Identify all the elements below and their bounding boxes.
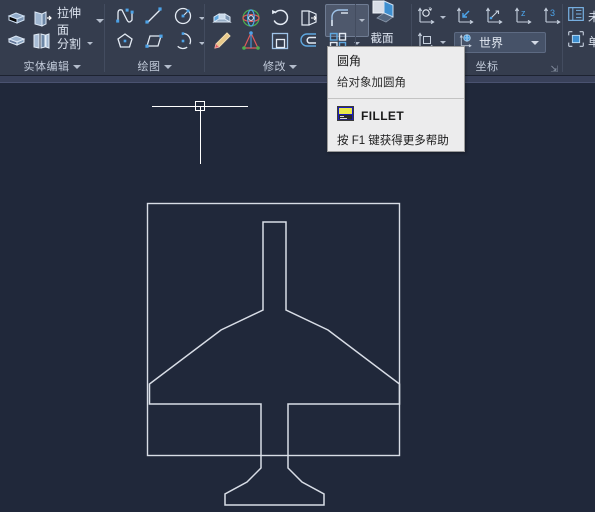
ribbon-panel-solid-editing: 拉伸面 分割 实体编辑 (0, 0, 104, 76)
fillet-tooltip: 圆角 给对象加圆角 FILLET 按 F1 键获得更多帮助 (327, 46, 465, 152)
separate-icon[interactable] (31, 30, 53, 57)
fillet-command-icon (337, 106, 354, 126)
ribbon-panel-draw: 绘图 (105, 0, 205, 76)
svg-text:z: z (521, 8, 526, 18)
panel-title-label-solid-editing: 实体编辑 (23, 60, 70, 73)
polygon-icon[interactable] (113, 29, 137, 58)
panel-title-label-coordinates: 坐标 (475, 60, 499, 73)
panel-title-draw[interactable]: 绘图 (105, 58, 204, 76)
single-viewport-label: 单一 (588, 35, 595, 49)
section-plane-icon[interactable] (364, 0, 400, 33)
ucs-origin-icon[interactable] (455, 4, 477, 31)
rectangle-icon[interactable] (142, 29, 166, 58)
tooltip-description: 给对象加圆角 (337, 77, 406, 89)
unsaved-view-label: 未保 (588, 10, 595, 24)
svg-text:3: 3 (550, 8, 555, 18)
ucs-combo-dropdown-icon[interactable] (531, 40, 539, 45)
ribbon-panel-view: 未保 单一 (563, 0, 595, 76)
offset-icon[interactable] (297, 29, 321, 58)
extrude-face-dropdown-icon[interactable] (96, 19, 104, 23)
airplane-drawing (146, 202, 401, 506)
separate-dropdown-icon[interactable] (87, 42, 94, 45)
panel-expand-icon-draw[interactable] (163, 65, 172, 69)
panel-title-view (563, 58, 595, 76)
panel-expand-icon-modify[interactable] (289, 65, 297, 69)
unsaved-view-icon[interactable] (566, 4, 586, 29)
panel-title-solid-editing[interactable]: 实体编辑 (0, 58, 104, 76)
ucs-combo[interactable]: 世界 (454, 32, 546, 53)
erase-icon[interactable] (210, 29, 234, 58)
ucs-3point-icon[interactable]: 3 (542, 4, 564, 31)
ucs-icon[interactable]: x (416, 4, 438, 31)
tooltip-help-text: 按 F1 键获得更多帮助 (337, 135, 449, 147)
panel-title-label-draw: 绘图 (137, 60, 161, 73)
ucs-x-icon[interactable] (484, 4, 506, 31)
ucs-z-icon[interactable]: z (513, 4, 535, 31)
tooltip-command-name: FILLET (361, 109, 405, 123)
section-plane-label-line1: 截面 (370, 33, 394, 45)
coordinates-panel-dialog-launcher-icon[interactable]: ⇲ (550, 65, 558, 74)
airplane-outline (148, 221, 401, 506)
single-viewport-icon[interactable] (566, 29, 586, 54)
autocad-window: 拉伸面 分割 实体编辑 绘图 修改 截面 x z 3 世界 坐标 ⇲ 未 单 圆… (0, 0, 595, 512)
panel-title-label-modify: 修改 (263, 60, 286, 73)
drawing-border-rect (146, 202, 401, 457)
tooltip-command-row: FILLET (337, 106, 455, 126)
offset-rect-icon[interactable] (268, 29, 292, 58)
arc-icon[interactable] (171, 29, 195, 58)
drawing-canvas[interactable] (0, 76, 595, 512)
tooltip-divider (328, 98, 464, 99)
scale-icon[interactable] (239, 29, 263, 58)
tooltip-title: 圆角 (337, 54, 362, 68)
ribbon-bar: 拉伸面 分割 实体编辑 绘图 修改 截面 x z 3 世界 坐标 ⇲ 未 单 (0, 0, 595, 76)
ucs-combo-value: 世界 (479, 36, 504, 50)
separate-label: 分割 (57, 37, 82, 51)
ucs-dropdown-icon[interactable] (440, 16, 446, 19)
ucs-face-dropdown-icon[interactable] (440, 41, 446, 44)
separate-solid-icon[interactable] (6, 30, 28, 57)
panel-expand-icon-solid-editing[interactable] (72, 65, 81, 69)
